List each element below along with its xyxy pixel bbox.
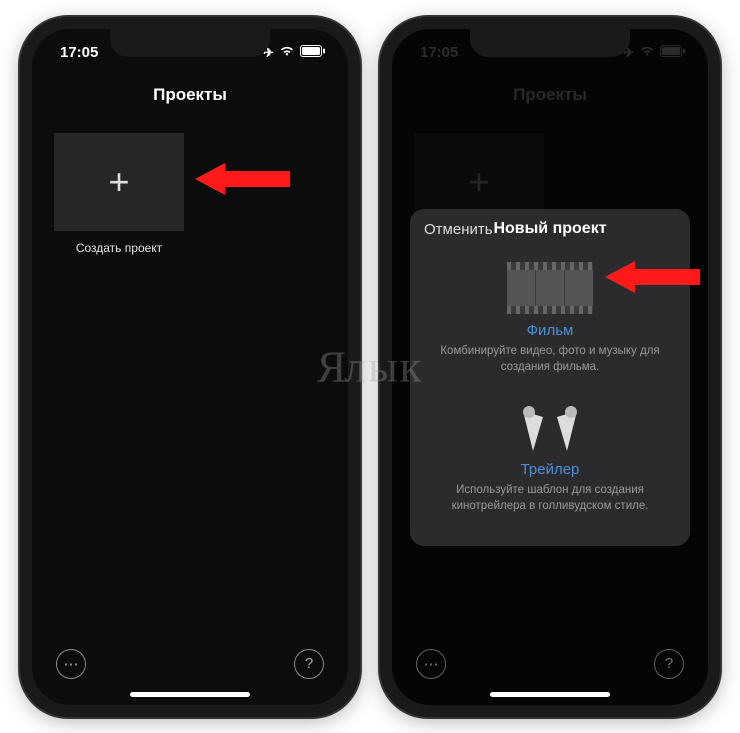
notch [110,29,270,57]
screen: 17:05 ✈ Проекты + Отменить Новый проект [392,29,708,705]
bottom-toolbar: ⋯ ? [392,649,708,679]
sheet-header: Отменить Новый проект [410,209,690,250]
wifi-icon [279,45,295,60]
more-button[interactable]: ⋯ [416,649,446,679]
option-trailer-desc: Используйте шаблон для создания кинотрей… [434,482,666,514]
phone-frame-right: 17:05 ✈ Проекты + Отменить Новый проект [380,17,720,717]
home-indicator[interactable] [130,692,250,697]
bottom-toolbar: ⋯ ? [32,649,348,679]
phone-frame-left: 17:05 ✈ Проекты + Создать проект ⋯ [20,17,360,717]
option-movie-desc: Комбинируйте видео, фото и музыку для со… [434,343,666,375]
question-icon: ? [665,655,673,672]
home-indicator[interactable] [490,692,610,697]
option-trailer-title: Трейлер [434,461,666,478]
ellipsis-icon: ⋯ [64,655,79,673]
option-trailer[interactable]: Трейлер Используйте шаблон для создания … [410,383,690,522]
help-button[interactable]: ? [654,649,684,679]
notch [470,29,630,57]
create-project-label: Создать проект [54,241,184,255]
screen: 17:05 ✈ Проекты + Создать проект ⋯ [32,29,348,705]
annotation-arrow-right [605,257,700,297]
page-title: Проекты [32,69,348,119]
sheet-title: Новый проект [493,220,606,238]
ellipsis-icon: ⋯ [424,655,439,673]
create-project-tile[interactable]: + [54,133,184,231]
content-area: + Создать проект [32,119,348,269]
status-time: 17:05 [60,44,98,61]
spotlights-icon [515,403,585,453]
help-button[interactable]: ? [294,649,324,679]
battery-icon [300,45,326,60]
option-movie-title: Фильм [434,322,666,339]
annotation-arrow-left [195,159,290,199]
more-button[interactable]: ⋯ [56,649,86,679]
filmstrip-icon [507,262,593,314]
cancel-button[interactable]: Отменить [424,221,493,238]
question-icon: ? [305,655,313,672]
status-icons: ✈ [263,45,326,61]
plus-icon: + [108,164,129,200]
